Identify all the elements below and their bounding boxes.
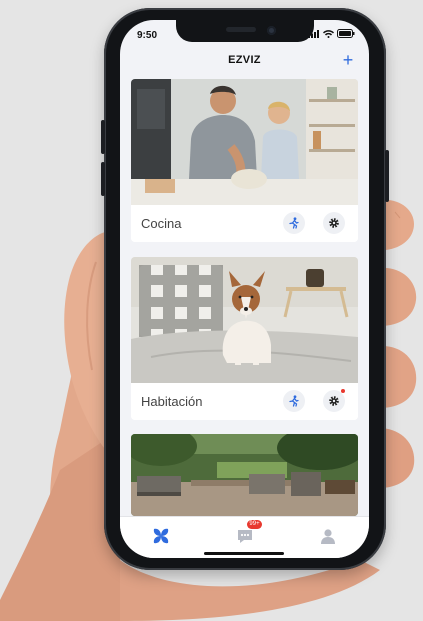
notification-dot — [341, 389, 345, 393]
camera-name: Cocina — [141, 216, 182, 231]
camera-name: Habitación — [141, 394, 203, 409]
message-icon — [238, 530, 252, 543]
camera-card-footer: Cocina — [131, 205, 358, 242]
app-title: EZVIZ — [228, 54, 261, 66]
app-screen: 9:50 EZVIZ + Cocina Habitación 99+ — [120, 20, 369, 558]
camera-card-garden[interactable] — [131, 434, 358, 516]
notch — [176, 20, 314, 42]
volume-button — [101, 162, 105, 196]
speaker — [226, 27, 256, 32]
app-header: EZVIZ + — [120, 48, 369, 76]
status-icons — [308, 29, 355, 38]
camera-thumbnail-garden[interactable] — [131, 434, 358, 516]
wifi-icon — [323, 29, 334, 38]
tab-messages[interactable]: 99+ — [232, 520, 262, 547]
gear-icon — [329, 396, 339, 406]
tab-devices[interactable] — [148, 525, 174, 547]
camera-card-footer: Habitación — [131, 383, 358, 420]
add-device-button[interactable]: + — [339, 49, 357, 71]
front-camera — [267, 26, 276, 35]
camera-thumbnail-kitchen[interactable] — [131, 79, 358, 205]
unread-badge: 99+ — [247, 520, 262, 529]
settings-button[interactable] — [323, 212, 345, 234]
running-person-icon — [289, 395, 299, 407]
running-person-icon — [289, 217, 299, 229]
volume-button — [101, 120, 105, 154]
user-icon — [321, 529, 335, 544]
camera-card-cocina[interactable]: Cocina — [131, 79, 358, 242]
pinwheel-icon — [153, 528, 169, 544]
power-button — [385, 150, 389, 202]
home-indicator — [204, 552, 284, 555]
settings-button[interactable] — [323, 389, 345, 412]
gear-icon — [329, 218, 339, 228]
status-time: 9:50 — [137, 30, 158, 41]
battery-icon — [337, 29, 355, 38]
tab-profile[interactable] — [315, 525, 341, 547]
motion-detection-button[interactable] — [283, 212, 305, 234]
camera-card-habitacion[interactable]: Habitación — [131, 257, 358, 420]
motion-detection-button[interactable] — [283, 390, 305, 412]
camera-thumbnail-bedroom[interactable] — [131, 257, 358, 383]
